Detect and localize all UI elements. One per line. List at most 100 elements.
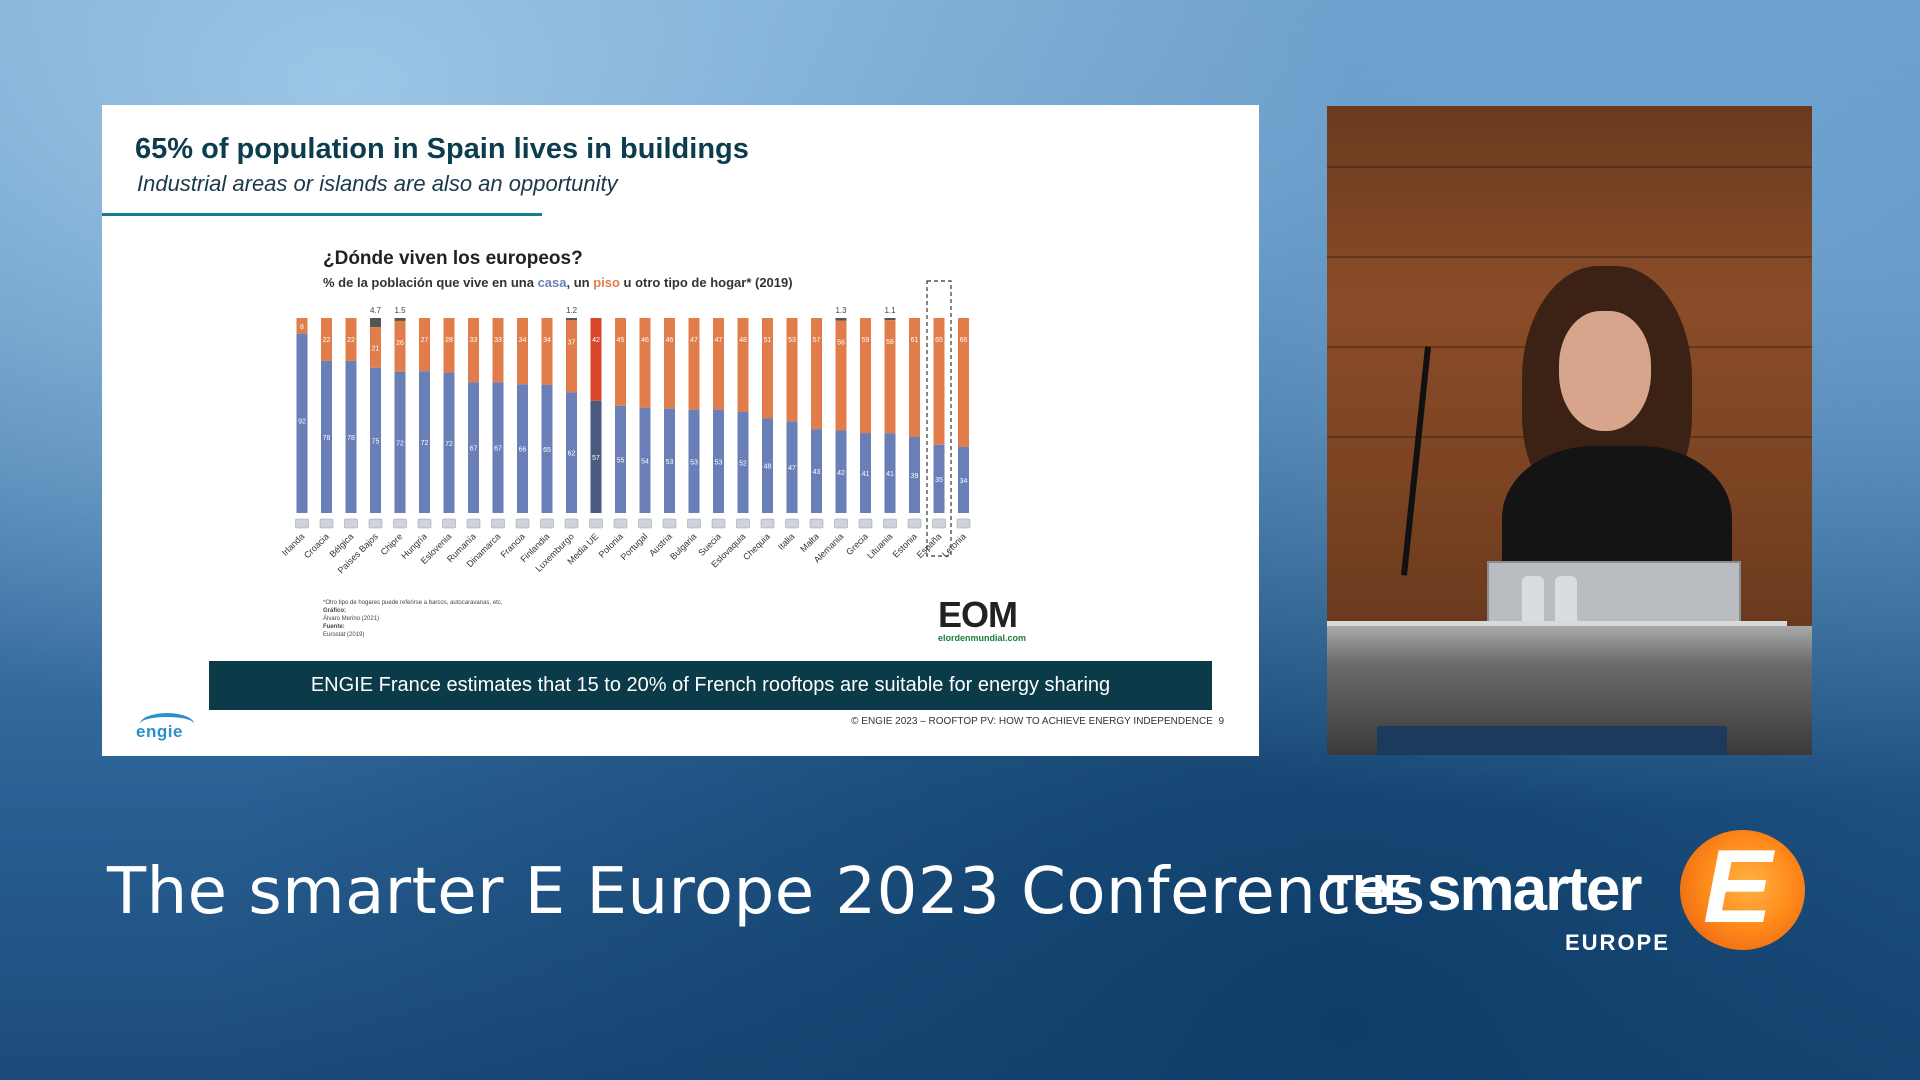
country-label: Italia [776, 531, 797, 552]
country-flag-icon [319, 518, 334, 529]
eom-domain: elordenmundial.com [938, 633, 1027, 643]
eom-logo: EOM elordenmundial.com [938, 597, 1033, 644]
bar-value-piso: 53 [788, 337, 796, 344]
bar-value-casa: 48 [764, 464, 772, 471]
bar-value-piso: 48 [739, 337, 747, 344]
bar-segment-piso [590, 318, 602, 401]
bar-value-casa: 35 [935, 477, 943, 484]
country-label: Croacia [302, 531, 331, 560]
country-flag-icon [956, 518, 971, 529]
bar-value-piso: 46 [666, 337, 674, 344]
bar-segment-piso [811, 318, 822, 430]
country-label: Lituania [865, 531, 894, 560]
grafico-label: Gráfico: [323, 608, 347, 614]
brand-europe: EUROPE [1565, 930, 1670, 955]
speaker-video [1327, 106, 1812, 755]
country-flag-icon [417, 518, 432, 529]
bar-value-piso: 33 [470, 337, 478, 344]
bar-value-casa: 75 [372, 438, 380, 445]
bar-value-piso: 59 [862, 337, 870, 344]
bar-segment-otro [884, 318, 896, 321]
bar-value-otro: 1.5 [394, 306, 406, 315]
fuente-label: Fuente: [323, 624, 345, 630]
bar-segment-otro [566, 318, 577, 321]
bar-value-casa: 57 [592, 455, 600, 462]
bar-segment-otro [394, 318, 406, 321]
bar-segment-piso [762, 318, 773, 419]
bar-segment-piso [443, 318, 455, 373]
bar-value-otro: 1.3 [835, 306, 847, 315]
bar-value-casa: 34 [960, 478, 968, 485]
conference-title: The smarter E Europe 2023 Conferences [107, 855, 1426, 929]
bar-value-piso: 57 [813, 337, 821, 344]
bar-value-casa: 53 [715, 459, 723, 466]
country-label: Estonia [891, 531, 919, 559]
bar-value-piso: 51 [764, 337, 772, 344]
bar-segment-piso [566, 320, 577, 393]
bar-value-casa: 72 [396, 440, 404, 447]
bar-value-casa: 47 [788, 465, 796, 472]
country-flag-icon [491, 518, 505, 529]
country-flag-icon [834, 518, 848, 529]
bar-segment-piso [615, 318, 626, 406]
bar-value-casa: 53 [690, 459, 698, 466]
country-flag-icon [785, 518, 799, 529]
wall-panel-line [1327, 166, 1812, 168]
country-label: Malta [798, 531, 821, 554]
country-flag-icon [564, 518, 579, 529]
bar-segment-piso [419, 318, 430, 372]
country-flag-icon [711, 518, 726, 529]
presentation-slide: 65% of population in Spain lives in buil… [102, 105, 1259, 756]
microphone-icon [1400, 346, 1432, 576]
fuente-value: Eurostat (2019) [323, 632, 365, 638]
highlight-banner: ENGIE France estimates that 15 to 20% of… [209, 661, 1212, 710]
bar-segment-piso [713, 318, 724, 410]
bar-value-casa: 78 [347, 435, 355, 442]
engie-logo-text: engie [136, 722, 183, 741]
country-flag-icon [589, 518, 603, 529]
country-flag-icon [344, 518, 358, 529]
bar-value-casa: 39 [911, 473, 919, 480]
bar-value-casa: 43 [813, 469, 821, 476]
bar-value-casa: 52 [739, 460, 747, 467]
country-label: Letonia [940, 531, 968, 559]
brand-e-letter: E [1703, 829, 1773, 945]
bar-value-piso: 66 [960, 337, 968, 344]
bar-value-casa: 62 [568, 451, 576, 458]
country-flag-icon [442, 518, 456, 529]
bar-value-casa: 53 [666, 459, 674, 466]
country-label: Chequia [741, 531, 772, 562]
engie-logo: engie [136, 713, 200, 743]
footnote-text: *Otro tipo de hogares puede referirse a … [323, 600, 503, 606]
wall-panel-line [1327, 256, 1812, 258]
bar-value-piso: 61 [911, 337, 919, 344]
country-flag-icon [883, 518, 897, 529]
bar-value-otro: 1.2 [566, 306, 578, 315]
country-flag-icon [368, 518, 383, 529]
bar-segment-piso [664, 318, 675, 409]
bar-value-piso: 27 [421, 337, 429, 344]
bar-value-piso: 56 [837, 340, 845, 347]
bar-segment-piso [517, 318, 528, 385]
brand-the: THE [1327, 866, 1413, 915]
country-flag-icon [736, 518, 750, 529]
bar-value-piso: 8 [300, 324, 304, 331]
bar-value-casa: 66 [519, 447, 527, 454]
bar-value-piso: 46 [641, 337, 649, 344]
country-label: Portugal [619, 531, 650, 562]
bar-segment-piso [786, 318, 798, 422]
bar-value-piso: 45 [617, 337, 625, 344]
country-flag-icon [907, 518, 922, 529]
bar-value-casa: 41 [862, 471, 870, 478]
bar-value-piso: 22 [323, 337, 331, 344]
bar-value-otro: 4.7 [370, 306, 382, 315]
bar-value-piso: 42 [592, 337, 600, 344]
bar-value-casa: 54 [641, 458, 649, 465]
bar-value-casa: 72 [445, 441, 453, 448]
country-flag-icon [687, 518, 701, 529]
bar-value-casa: 67 [470, 446, 478, 453]
country-flag-icon [638, 518, 652, 529]
bar-segment-piso [835, 320, 847, 431]
page-number: 9 [1218, 716, 1224, 727]
bar-value-piso: 47 [715, 337, 723, 344]
